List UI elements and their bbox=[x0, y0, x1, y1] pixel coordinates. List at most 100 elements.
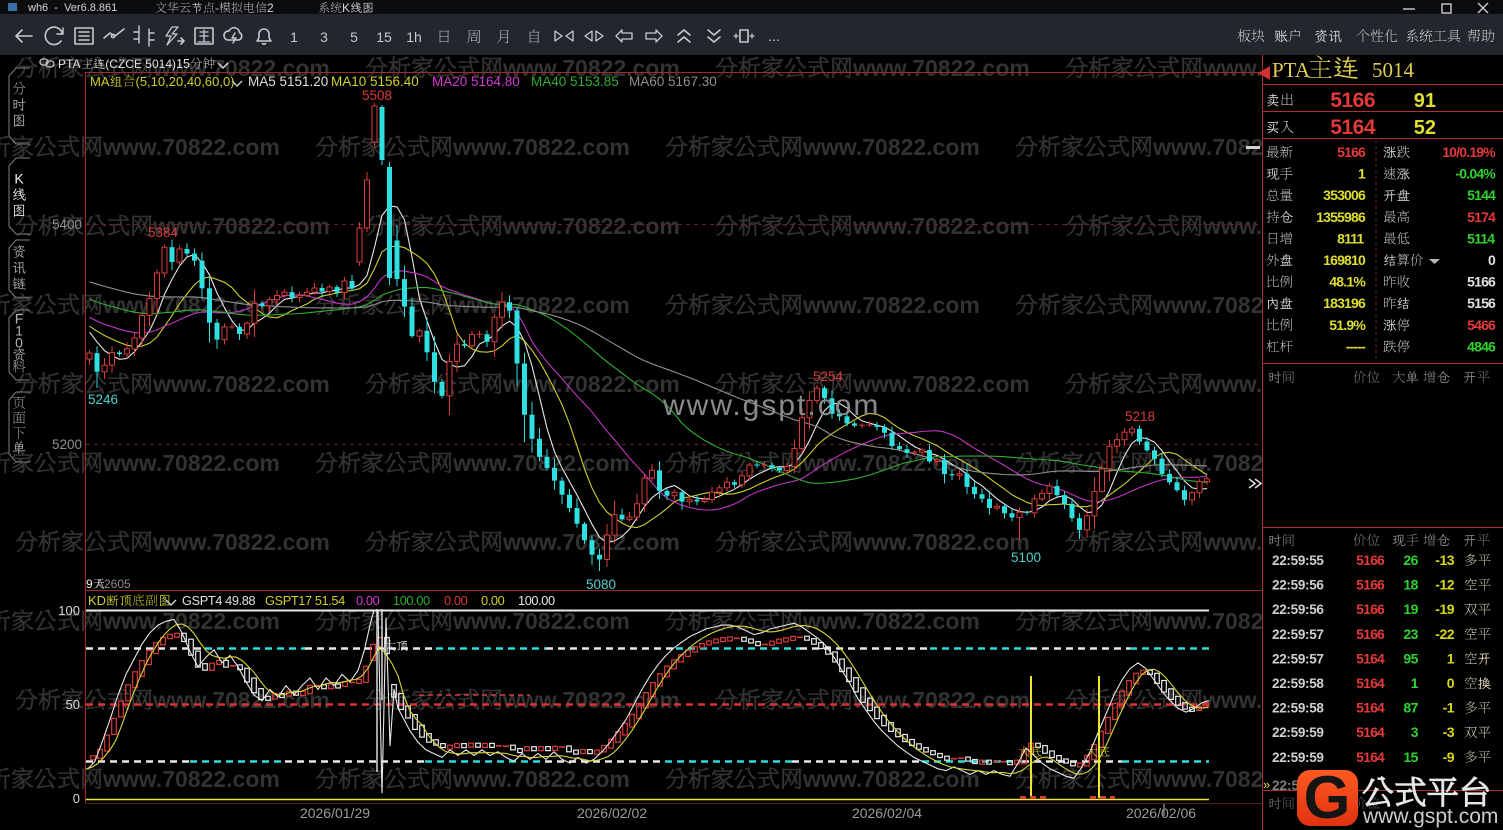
svg-text:www.70822.com: www.70822.com bbox=[502, 687, 680, 713]
svg-text:5166: 5166 bbox=[1356, 626, 1385, 642]
svg-text:www.gspt.com: www.gspt.com bbox=[1362, 805, 1498, 828]
svg-text:MA: MA bbox=[90, 74, 110, 89]
svg-text:GSPT17 51.54: GSPT17 51.54 bbox=[265, 593, 345, 608]
svg-text:2026/02/04: 2026/02/04 bbox=[852, 805, 922, 821]
svg-text:www.70822.com: www.70822.com bbox=[452, 134, 630, 160]
svg-text:PTA: PTA bbox=[58, 57, 80, 71]
svg-text:5254: 5254 bbox=[813, 369, 844, 384]
svg-text:22:59:56: 22:59:56 bbox=[1272, 578, 1324, 593]
svg-text:www.70822.com: www.70822.com bbox=[152, 213, 330, 239]
svg-text:www.gspt.com: www.gspt.com bbox=[662, 389, 880, 422]
svg-text:5200: 5200 bbox=[52, 437, 82, 452]
svg-text:1h: 1h bbox=[406, 29, 422, 45]
svg-text:26: 26 bbox=[1403, 552, 1418, 568]
svg-text:-22: -22 bbox=[1435, 626, 1454, 642]
svg-text:5166: 5166 bbox=[1337, 144, 1366, 160]
svg-text:0.00: 0.00 bbox=[356, 593, 380, 608]
svg-text:www.70822.com: www.70822.com bbox=[502, 213, 680, 239]
svg-text:0: 0 bbox=[1447, 675, 1455, 691]
svg-text:95: 95 bbox=[1403, 650, 1418, 666]
svg-text:MA60 5167.30: MA60 5167.30 bbox=[629, 74, 717, 89]
svg-text:15: 15 bbox=[376, 29, 392, 45]
svg-text:-3: -3 bbox=[1443, 724, 1455, 740]
svg-text:15: 15 bbox=[1403, 749, 1418, 765]
svg-text:KD: KD bbox=[88, 593, 106, 608]
svg-text:5164: 5164 bbox=[1356, 650, 1385, 666]
svg-text:www.70822.com: www.70822.com bbox=[852, 529, 1030, 555]
svg-text:5: 5 bbox=[350, 29, 358, 45]
svg-text:22:59:55: 22:59:55 bbox=[1272, 553, 1324, 568]
svg-text:22:59:59: 22:59:59 bbox=[1272, 725, 1324, 740]
svg-text:22:59:57: 22:59:57 bbox=[1272, 651, 1324, 666]
svg-text:1: 1 bbox=[1447, 650, 1455, 666]
svg-text:1355986: 1355986 bbox=[1316, 209, 1366, 225]
svg-text:-1: -1 bbox=[1443, 700, 1455, 716]
svg-text:K: K bbox=[342, 1, 350, 15]
svg-text:-19: -19 bbox=[1435, 601, 1454, 617]
svg-text:www.70822.com: www.70822.com bbox=[452, 608, 630, 634]
svg-text:5164: 5164 bbox=[1356, 749, 1385, 765]
svg-text:22:59:59: 22:59:59 bbox=[1272, 750, 1324, 765]
svg-text:23: 23 bbox=[1403, 626, 1418, 642]
svg-text:www.70822.com: www.70822.com bbox=[802, 134, 980, 160]
svg-text:MA10 5156.40: MA10 5156.40 bbox=[331, 74, 419, 89]
svg-text:(CZCE 5014): (CZCE 5014) bbox=[105, 57, 176, 71]
svg-text:51.9%: 51.9% bbox=[1329, 317, 1366, 333]
svg-text:5156: 5156 bbox=[1467, 295, 1496, 311]
svg-text:18: 18 bbox=[1403, 577, 1418, 593]
svg-text:www.70822.com: www.70822.com bbox=[452, 766, 630, 792]
svg-text:2026/01/29: 2026/01/29 bbox=[300, 805, 370, 821]
svg-text:www.70822.com: www.70822.com bbox=[802, 292, 980, 318]
svg-text:0.00: 0.00 bbox=[481, 593, 505, 608]
svg-text:www.70822.com: www.70822.com bbox=[152, 529, 330, 555]
svg-text:PTA: PTA bbox=[1272, 58, 1311, 82]
svg-text:wh6 - Ver6.8.861: wh6 - Ver6.8.861 bbox=[27, 2, 117, 14]
svg-text:...: ... bbox=[768, 28, 780, 44]
svg-text:MA40 5153.85: MA40 5153.85 bbox=[531, 74, 619, 89]
svg-text:5166: 5166 bbox=[1356, 601, 1385, 617]
svg-text:3: 3 bbox=[1411, 724, 1419, 740]
svg-text:-13: -13 bbox=[1435, 552, 1454, 568]
svg-text:5164: 5164 bbox=[1330, 116, 1376, 139]
svg-text:www.70822.com: www.70822.com bbox=[852, 213, 1030, 239]
svg-text:353006: 353006 bbox=[1323, 187, 1366, 203]
svg-text:-12: -12 bbox=[1435, 577, 1454, 593]
svg-text:22:59:58: 22:59:58 bbox=[1272, 676, 1324, 691]
svg-text:5166: 5166 bbox=[1356, 552, 1385, 568]
svg-text:19: 19 bbox=[1403, 601, 1418, 617]
svg-text:(5,10,20,40,60,0): (5,10,20,40,60,0) bbox=[136, 74, 235, 89]
svg-text:www.70822.com: www.70822.com bbox=[852, 55, 1030, 81]
svg-text:100.00: 100.00 bbox=[518, 593, 555, 608]
svg-text:5014: 5014 bbox=[1372, 58, 1415, 82]
svg-text:www.70822.com: www.70822.com bbox=[452, 292, 630, 318]
svg-text:10/0.19%: 10/0.19% bbox=[1442, 144, 1496, 160]
svg-text:-0.04%: -0.04% bbox=[1455, 166, 1496, 182]
svg-text:0: 0 bbox=[1488, 252, 1496, 268]
svg-text:5174: 5174 bbox=[1467, 209, 1496, 225]
svg-text:22:59:58: 22:59:58 bbox=[1272, 701, 1324, 716]
svg-text:87: 87 bbox=[1403, 700, 1418, 716]
svg-text:-----: ----- bbox=[1346, 338, 1366, 354]
svg-text:www.70822.com: www.70822.com bbox=[152, 371, 330, 397]
svg-text:MA5 5151.20: MA5 5151.20 bbox=[248, 74, 328, 89]
svg-text:9: 9 bbox=[86, 577, 93, 591]
svg-text:100: 100 bbox=[58, 603, 80, 618]
svg-text:5466: 5466 bbox=[1467, 317, 1496, 333]
svg-text:5166: 5166 bbox=[1356, 577, 1385, 593]
svg-text:5164: 5164 bbox=[1356, 675, 1385, 691]
svg-text:0: 0 bbox=[73, 791, 80, 806]
svg-text:2026/02/02: 2026/02/02 bbox=[577, 805, 647, 821]
svg-text:5166: 5166 bbox=[1467, 274, 1496, 290]
svg-text:52: 52 bbox=[1414, 117, 1436, 139]
svg-text:MA20 5164.80: MA20 5164.80 bbox=[432, 74, 520, 89]
svg-text:5400: 5400 bbox=[52, 217, 82, 232]
svg-text:8111: 8111 bbox=[1337, 230, 1364, 246]
svg-text:-: - bbox=[215, 1, 219, 15]
svg-text:www.70822.com: www.70822.com bbox=[102, 134, 280, 160]
svg-text:0.00: 0.00 bbox=[444, 593, 468, 608]
svg-text:15: 15 bbox=[176, 57, 190, 71]
svg-text:GSPT4 49.88: GSPT4 49.88 bbox=[182, 593, 255, 608]
svg-text:5246: 5246 bbox=[88, 392, 118, 407]
svg-text:5144: 5144 bbox=[1467, 187, 1496, 203]
svg-text:48.1%: 48.1% bbox=[1329, 274, 1366, 290]
